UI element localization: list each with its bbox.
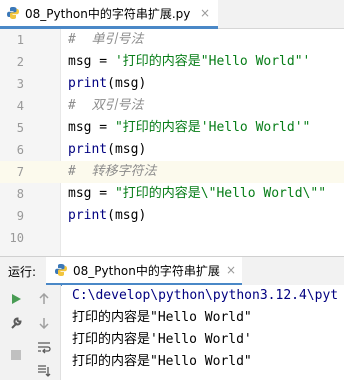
code-args: (msg)	[107, 142, 147, 157]
code-assign: msg =	[68, 54, 115, 69]
code-text: msg = "打印的内容是'Hello World'"	[68, 117, 310, 139]
line-number: 8	[16, 187, 24, 201]
run-tab[interactable]: 08_Python中的字符串扩展 ×	[46, 257, 242, 286]
scroll-to-end-icon[interactable]	[34, 361, 54, 381]
run-label: 运行:	[8, 265, 37, 279]
wrench-icon[interactable]	[6, 313, 26, 333]
code-line: 3 print(msg)	[0, 73, 344, 95]
soft-wrap-icon[interactable]	[34, 337, 54, 357]
function-name: print	[68, 142, 108, 157]
code-line: 2 msg = '打印的内容是"Hello World"'	[0, 51, 344, 73]
run-panel-header: 运行: 08_Python中的字符串扩展 ×	[0, 256, 344, 286]
code-line: 6 print(msg)	[0, 139, 344, 161]
stop-icon[interactable]	[6, 345, 26, 365]
code-line: 5 msg = "打印的内容是'Hello World'"	[0, 117, 344, 139]
code-text: print(msg)	[68, 73, 146, 95]
console-output-line: 打印的内容是"Hello World"	[72, 310, 252, 325]
code-args: (msg)	[107, 76, 147, 91]
run-console[interactable]: C:\develop\python\python3.12.4\pyt 打印的内容…	[62, 285, 344, 380]
code-line-current: 7 # 转移字符法	[0, 161, 344, 183]
python-file-icon	[7, 7, 19, 19]
console-path-line: C:\develop\python\python3.12.4\pyt	[72, 288, 339, 303]
run-tab-title: 08_Python中的字符串扩展	[73, 263, 220, 278]
console-output-line: 打印的内容是"Hello World"	[72, 354, 252, 369]
code-text: msg = '打印的内容是"Hello World"'	[68, 51, 310, 73]
string-literal: '打印的内容是"Hello World"'	[114, 54, 311, 69]
code-line: 4 # 双引号法	[0, 95, 344, 117]
editor-tab-bar: 08_Python中的字符串扩展.py ×	[0, 0, 344, 29]
string-literal: "打印的内容是\"Hello World\""	[114, 186, 327, 201]
comment-text: # 双引号法	[68, 98, 144, 113]
code-editor[interactable]: 1 # 单引号法 2 msg = '打印的内容是"Hello World"' 3…	[0, 29, 344, 256]
line-number: 9	[16, 209, 24, 223]
scroll-up-icon[interactable]	[34, 289, 54, 309]
code-line: 8 msg = "打印的内容是\"Hello World\""	[0, 183, 344, 205]
scroll-down-icon[interactable]	[34, 313, 54, 333]
code-text: msg = "打印的内容是\"Hello World\""	[68, 183, 326, 205]
code-text: print(msg)	[68, 139, 146, 161]
code-line: 10	[0, 227, 344, 249]
rerun-icon[interactable]	[6, 289, 26, 309]
line-number: 10	[9, 231, 24, 245]
line-number: 1	[16, 33, 24, 47]
line-number: 6	[16, 143, 24, 157]
line-number: 5	[16, 121, 24, 135]
line-number: 4	[16, 99, 24, 113]
code-assign: msg =	[68, 186, 115, 201]
function-name: print	[68, 208, 108, 223]
line-number: 3	[16, 77, 24, 91]
code-line: 9 print(msg)	[0, 205, 344, 227]
string-literal: "打印的内容是'Hello World'"	[114, 120, 311, 135]
run-toolbar	[0, 285, 61, 380]
comment-text: # 转移字符法	[68, 164, 157, 179]
editor-tab-title: 08_Python中的字符串扩展.py	[25, 6, 191, 21]
python-run-icon	[55, 264, 67, 276]
console-output-line: 打印的内容是'Hello World'	[72, 332, 252, 347]
tab-close-icon[interactable]: ×	[200, 6, 210, 20]
editor-tab[interactable]: 08_Python中的字符串扩展.py ×	[0, 0, 218, 29]
line-number: 7	[16, 165, 24, 179]
function-name: print	[68, 76, 108, 91]
code-args: (msg)	[107, 208, 147, 223]
comment-text: # 单引号法	[68, 32, 144, 47]
code-line: 1 # 单引号法	[0, 29, 344, 51]
code-text: print(msg)	[68, 205, 146, 227]
code-assign: msg =	[68, 120, 115, 135]
line-number: 2	[16, 55, 24, 69]
run-tab-close-icon[interactable]: ×	[226, 263, 236, 277]
